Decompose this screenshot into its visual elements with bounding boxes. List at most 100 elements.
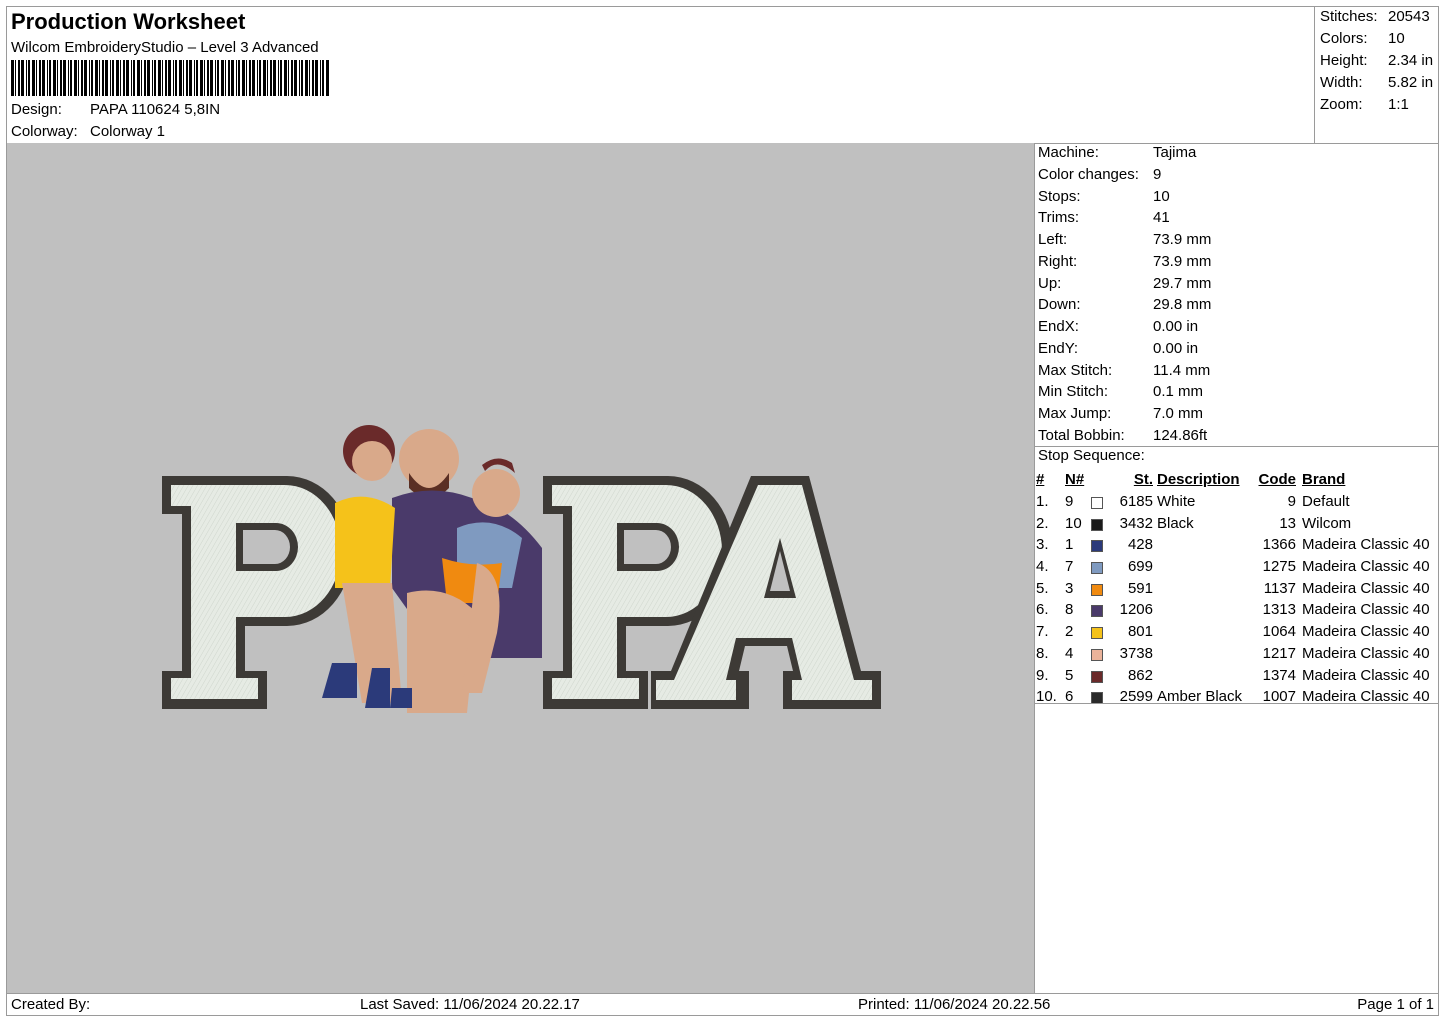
row-num: 4. [1036, 558, 1049, 576]
property-row: Up: 29.7 mm [1038, 275, 1211, 292]
barcode-bar [95, 60, 98, 96]
row-st-cell: 2599 [1091, 686, 1157, 708]
color-swatch [1091, 518, 1103, 531]
barcode-bar [270, 60, 272, 96]
design-value: PAPA 110624 5,8IN [90, 101, 221, 118]
row-st: 6185 [1119, 493, 1153, 511]
barcode-bar [68, 60, 69, 96]
barcode-bar [133, 60, 135, 96]
barcode-bar [249, 60, 251, 96]
property-label: EndX: [1038, 318, 1079, 335]
barcode-bar [110, 60, 111, 96]
col-code: Code [1258, 471, 1297, 489]
row-st: 428 [1127, 536, 1153, 554]
col-n: N# [1065, 471, 1085, 489]
stat-label: Stitches: [1320, 8, 1378, 25]
table-row: 1. 9 6185 White 9 Default [1036, 491, 1430, 513]
property-value: 73.9 mm [1153, 231, 1212, 248]
property-row: Max Stitch: 11.4 mm [1038, 362, 1210, 379]
barcode-bar [32, 60, 35, 96]
row-brand: Madeira Classic 40 [1302, 579, 1430, 597]
barcode-bar [70, 60, 72, 96]
property-label: Min Stitch: [1038, 383, 1109, 401]
barcode-bar [60, 60, 62, 96]
color-swatch [1091, 670, 1103, 683]
stats-box: Stitches: 20543 Colors: 10 Height: 2.34 in … [1314, 7, 1439, 144]
row-st-cell: 591 [1091, 577, 1157, 599]
barcode-bar [280, 60, 282, 96]
property-label: Right: [1038, 252, 1078, 270]
barcode-bar [236, 60, 237, 96]
barcode-bar [162, 60, 163, 96]
property-label: Trims: [1038, 209, 1080, 227]
property-value: 10 [1153, 187, 1170, 205]
barcode-bar [147, 60, 150, 96]
property-label: Down: [1038, 296, 1081, 314]
table-row: 10. 6 2599 Amber Black 1007 Madeira Classic 4… [1036, 686, 1430, 708]
row-n: 6 [1065, 688, 1074, 706]
color-swatch [1091, 648, 1103, 661]
stat-label: Colors: [1320, 30, 1368, 47]
stat-zoom: Zoom: 1:1 [1320, 96, 1409, 113]
barcode-bar [102, 60, 104, 96]
property-value: 0.00 in [1153, 318, 1199, 335]
row-description [1157, 621, 1256, 643]
barcode-bar [120, 60, 121, 96]
barcode-bar [47, 60, 48, 96]
barcode-bar [137, 60, 140, 96]
row-brand: Madeira Classic 40 [1302, 536, 1430, 554]
family-illustration [322, 425, 542, 713]
property-label: EndY: [1038, 339, 1079, 357]
table-row: 2. 10 3432 Black 13 Wilcom [1036, 512, 1430, 534]
barcode-bar [74, 60, 77, 96]
property-row: Max Jump: 7.0 mm [1038, 405, 1203, 422]
barcode-bar [175, 60, 177, 96]
row-code: 9 [1287, 493, 1296, 511]
barcode-bar [215, 60, 216, 96]
stat-value: 20543 [1388, 8, 1430, 25]
barcode [11, 60, 329, 96]
row-st: 591 [1127, 579, 1153, 597]
row-n: 8 [1065, 601, 1074, 619]
barcode-bar [78, 60, 79, 96]
property-row: Total Bobbin: 124.86ft [1038, 427, 1207, 444]
property-row: Machine: Tajima [1038, 144, 1196, 161]
page-number: Page 1 of 1 [1357, 996, 1434, 1013]
row-st-cell: 801 [1091, 621, 1157, 643]
row-brand: Madeira Classic 40 [1302, 644, 1430, 662]
barcode-bar [91, 60, 93, 96]
row-num: 9. [1036, 666, 1049, 684]
barcode-bar [231, 60, 234, 96]
barcode-bar [168, 60, 171, 96]
barcode-bar [305, 60, 308, 96]
row-code: 1374 [1262, 666, 1296, 684]
row-num: 10. [1036, 688, 1057, 706]
col-st: St. [1133, 471, 1153, 489]
barcode-bar [204, 60, 205, 96]
color-swatch [1091, 562, 1103, 575]
barcode-bar [267, 60, 268, 96]
row-st: 3738 [1119, 644, 1153, 662]
row-st-cell: 3432 [1091, 512, 1157, 534]
col-brand: Brand [1302, 471, 1346, 489]
barcode-bar [291, 60, 293, 96]
table-row: 7. 2 801 1064 Madeira Classic 40 [1036, 621, 1430, 643]
letter-p-left [162, 476, 352, 709]
printed-date: Printed: 11/06/2024 20.22.56 [858, 996, 1051, 1013]
barcode-bar [42, 60, 45, 96]
row-st-cell: 1206 [1091, 599, 1157, 621]
design-preview-canvas [7, 143, 1035, 993]
row-num: 2. [1036, 514, 1049, 532]
design-preview [162, 425, 881, 713]
stat-width: Width: 5.82 in [1320, 74, 1433, 91]
properties-panel: Machine: Tajima Color changes: 9 Stops: 10 Tri… [1034, 143, 1438, 993]
property-label: Max Jump: [1038, 405, 1112, 422]
barcode-bar [144, 60, 146, 96]
stat-label: Zoom: [1320, 96, 1363, 113]
row-code: 1137 [1263, 579, 1296, 597]
barcode-bar [28, 60, 30, 96]
row-n: 1 [1065, 536, 1074, 554]
row-st: 699 [1127, 558, 1153, 576]
barcode-bar [284, 60, 287, 96]
barcode-bar [141, 60, 142, 96]
